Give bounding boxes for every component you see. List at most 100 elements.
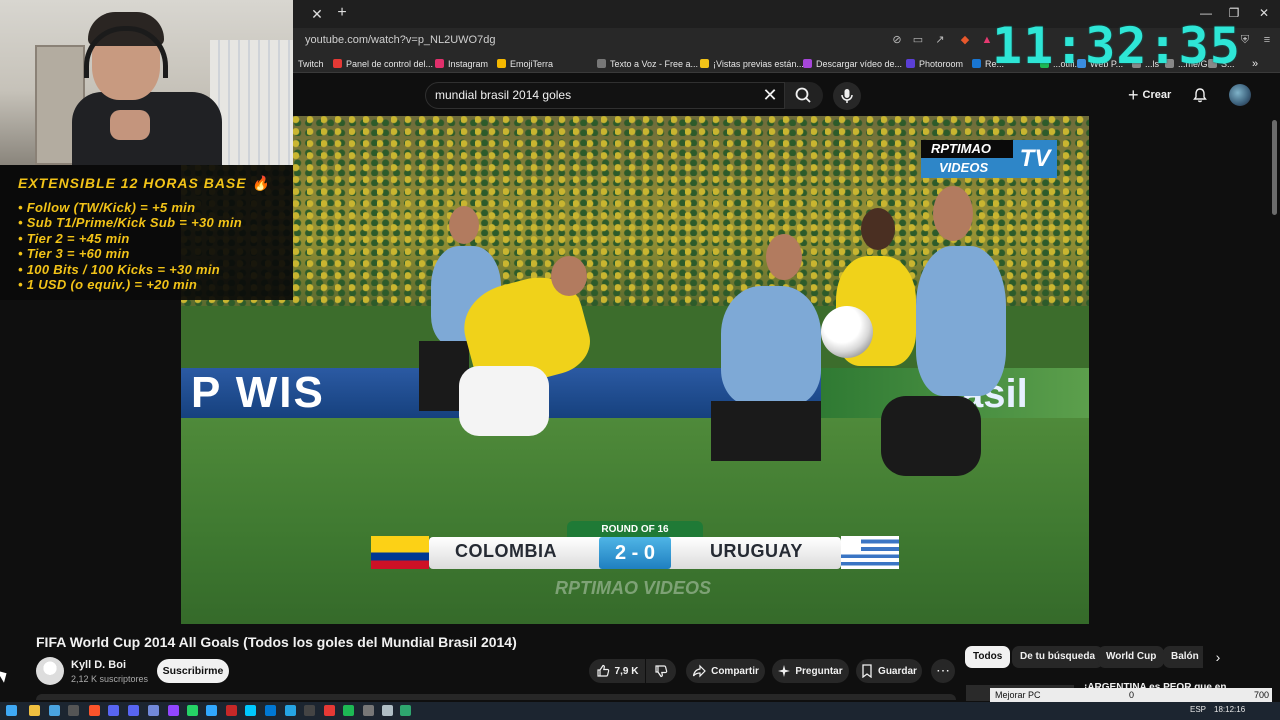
bookmark-item[interactable]: Twitch <box>298 57 324 70</box>
search-input-value[interactable]: mundial brasil 2014 goles <box>435 88 571 102</box>
clear-search-button[interactable]: ✕ <box>762 86 778 104</box>
keyboard-language[interactable]: ESP <box>1190 705 1206 714</box>
bookmark-favicon-icon <box>435 59 444 68</box>
chip-de-tu-busqueda[interactable]: De tu búsqueda <box>1012 646 1104 668</box>
url-field[interactable]: youtube.com/watch?v=p_NL2UWO7dg <box>305 34 495 46</box>
scoreboard-round-label: ROUND OF 16 <box>567 521 703 538</box>
bookmark-label: Instagram <box>448 58 489 69</box>
page-scrollbar[interactable] <box>1272 120 1277 215</box>
taskbar-app-icon[interactable] <box>265 705 276 716</box>
mouse-cursor-icon <box>0 667 11 683</box>
notifications-button[interactable] <box>1192 87 1208 103</box>
bookmark-item[interactable]: Photoroom <box>906 57 963 70</box>
bookmark-favicon-icon <box>803 59 812 68</box>
bookmark-icon <box>862 664 872 678</box>
bookmark-item[interactable]: ¡Vistas previas están... <box>700 57 804 70</box>
soccer-ball <box>821 306 873 358</box>
share-label: Compartir <box>711 665 759 677</box>
file-explorer-icon[interactable] <box>29 705 40 716</box>
performance-label[interactable]: Mejorar PC <box>995 690 1041 700</box>
bookmark-label: Descargar vídeo de... <box>816 58 903 69</box>
dislike-button[interactable] <box>646 659 676 683</box>
whatsapp-icon[interactable] <box>187 705 198 716</box>
thumbs-down-icon <box>655 665 668 678</box>
bookmark-favicon-icon <box>597 59 606 68</box>
spotify-icon[interactable] <box>343 705 354 716</box>
like-button[interactable]: 7,9 K <box>589 659 645 683</box>
taskbar-app-icon[interactable] <box>363 705 374 716</box>
tab-close-button[interactable]: ✕ <box>308 6 326 22</box>
mic-icon <box>841 89 853 103</box>
bookmark-label: Texto a Voz - Free a... <box>610 58 699 69</box>
scoreboard-team-left: COLOMBIA <box>455 541 557 561</box>
taskbar-app-icon[interactable] <box>382 705 393 716</box>
taskbar-app-icon[interactable] <box>226 705 237 716</box>
taskbar-app-icon[interactable] <box>128 705 139 716</box>
save-label: Guardar <box>878 665 917 677</box>
brave-browser-icon[interactable] <box>89 705 100 716</box>
stream-rules-title: EXTENSIBLE 12 HORAS BASE 🔥 <box>18 175 270 191</box>
more-actions-button[interactable]: ⋯ <box>931 659 955 683</box>
streamer-webcam <box>0 0 293 165</box>
taskbar-app-icon[interactable] <box>68 705 79 716</box>
like-count: 7,9 K <box>614 665 639 677</box>
taskbar-clock[interactable]: 18:12:16 <box>1214 705 1245 714</box>
taskbar-app-icon[interactable] <box>49 705 60 716</box>
cast-icon[interactable]: ▭ <box>911 33 925 47</box>
bookmark-item[interactable]: Panel de control del... <box>333 57 433 70</box>
bookmark-label: Photoroom <box>919 58 964 69</box>
stream-rules-list: • Follow (TW/Kick) = +5 min • Sub T1/Pri… <box>18 200 242 292</box>
search-button[interactable] <box>785 82 823 109</box>
chips-next-button[interactable]: › <box>1210 648 1226 666</box>
create-button[interactable]: + Crear <box>1128 85 1171 105</box>
video-watermark-text: RPTIMAO VIDEOS <box>555 578 712 598</box>
bookmarks-more-button[interactable]: » <box>1252 57 1258 70</box>
stream-rule: • 100 Bits / 100 Kicks = +30 min <box>18 261 221 277</box>
chip-balon[interactable]: Balón <box>1163 646 1203 668</box>
player-head <box>861 208 895 250</box>
taskbar-app-icon[interactable] <box>148 705 159 716</box>
voice-search-button[interactable] <box>833 82 861 110</box>
stream-rule: • Tier 3 = +60 min <box>18 246 130 262</box>
close-window-button[interactable]: ✕ <box>1254 6 1274 22</box>
performance-value-right: 700 <box>1254 690 1270 700</box>
bookmark-label: ¡Vistas previas están... <box>713 58 804 69</box>
bookmark-item[interactable]: EmojiTerra <box>497 57 553 70</box>
channel-name[interactable]: Kyll D. Boi <box>71 659 126 671</box>
player-uruguay-middle <box>721 286 821 406</box>
player-shorts <box>881 396 981 476</box>
discord-icon[interactable] <box>108 705 119 716</box>
taskbar-app-icon[interactable] <box>245 705 256 716</box>
share-icon[interactable]: ↗ <box>933 33 947 47</box>
bookmark-item[interactable]: Texto a Voz - Free a... <box>597 57 698 70</box>
bookmark-favicon-icon <box>333 59 342 68</box>
photoshop-icon[interactable] <box>206 705 217 716</box>
telegram-icon[interactable] <box>285 705 296 716</box>
channel-avatar[interactable] <box>36 657 64 685</box>
new-tab-button[interactable]: + <box>334 5 350 21</box>
bookmark-item[interactable]: Instagram <box>435 57 488 70</box>
notifications-off-icon[interactable]: ⊘ <box>890 33 904 47</box>
subscribe-button[interactable]: Suscribirme <box>157 659 229 683</box>
ask-button[interactable]: Preguntar <box>772 659 849 683</box>
player-head <box>933 186 973 241</box>
menu-icon[interactable]: ≡ <box>1260 33 1274 47</box>
save-button[interactable]: Guardar <box>856 659 922 683</box>
chip-world-cup[interactable]: World Cup <box>1098 646 1165 668</box>
subscriber-count: 2,12 K suscriptores <box>71 674 149 684</box>
description-box[interactable] <box>36 694 956 700</box>
taskbar-app-icon[interactable] <box>304 705 315 716</box>
video-title: FIFA World Cup 2014 All Goals (Todos los… <box>36 634 517 650</box>
chip-todos[interactable]: Todos <box>965 646 1011 668</box>
bookmark-item[interactable]: Descargar vídeo de... <box>803 57 902 70</box>
twitch-icon[interactable] <box>168 705 179 716</box>
stream-rule: • Follow (TW/Kick) = +5 min <box>18 200 196 215</box>
video-player[interactable]: P WIS asil RPTIMAO VIDEOS TV ROUND OF 16… <box>181 116 1089 624</box>
brave-shield-icon[interactable]: ◆ <box>958 33 972 47</box>
account-avatar[interactable] <box>1229 84 1251 106</box>
windows-start-icon[interactable] <box>6 705 17 716</box>
taskbar-app-icon[interactable] <box>324 705 335 716</box>
taskbar-app-icon[interactable] <box>400 705 411 716</box>
share-arrow-icon <box>692 664 706 678</box>
share-button[interactable]: Compartir <box>686 659 765 683</box>
